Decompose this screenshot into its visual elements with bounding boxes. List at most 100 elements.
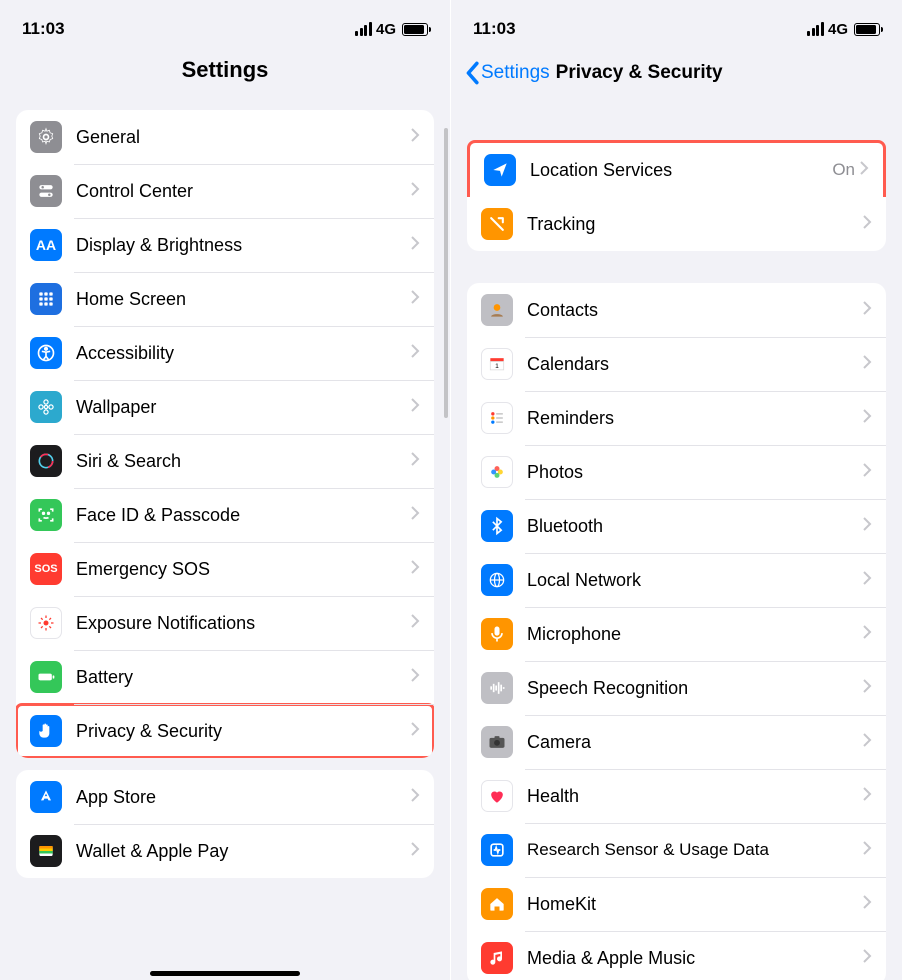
privacy-list[interactable]: Location Services On Tracking Contacts 1… xyxy=(451,98,902,980)
home-indicator[interactable] xyxy=(150,971,300,976)
back-label: Settings xyxy=(481,62,550,84)
row-label: Location Services xyxy=(530,160,832,181)
row-label: Exposure Notifications xyxy=(76,613,410,634)
gear-icon xyxy=(30,121,62,153)
row-calendars[interactable]: 1 Calendars xyxy=(467,337,886,391)
row-label: Home Screen xyxy=(76,289,410,310)
row-health[interactable]: Health xyxy=(467,769,886,823)
network-label: 4G xyxy=(376,21,396,38)
settings-group-main: General Control Center AA Display & Brig… xyxy=(16,110,434,758)
row-wallet[interactable]: Wallet & Apple Pay xyxy=(16,824,434,878)
home-icon xyxy=(481,888,513,920)
chevron-right-icon xyxy=(862,354,872,375)
chevron-right-icon xyxy=(862,516,872,537)
row-siri[interactable]: Siri & Search xyxy=(16,434,434,488)
settings-list[interactable]: General Control Center AA Display & Brig… xyxy=(0,98,450,980)
row-bluetooth[interactable]: Bluetooth xyxy=(467,499,886,553)
row-privacy[interactable]: Privacy & Security xyxy=(16,704,434,758)
svg-text:1: 1 xyxy=(495,363,499,370)
chevron-right-icon xyxy=(410,451,420,472)
chevron-right-icon xyxy=(410,787,420,808)
row-research[interactable]: Research Sensor & Usage Data xyxy=(467,823,886,877)
row-label: Health xyxy=(527,786,862,807)
accessibility-icon xyxy=(30,337,62,369)
chevron-right-icon xyxy=(862,570,872,591)
settings-screen: 11:03 4G Settings General Control Center… xyxy=(0,0,451,980)
row-label: Tracking xyxy=(527,214,862,235)
chevron-right-icon xyxy=(859,160,869,181)
tracking-icon xyxy=(481,208,513,240)
chevron-right-icon xyxy=(410,667,420,688)
exposure-icon xyxy=(30,607,62,639)
row-label: Display & Brightness xyxy=(76,235,410,256)
row-label: App Store xyxy=(76,787,410,808)
row-media[interactable]: Media & Apple Music xyxy=(467,931,886,980)
camera-icon xyxy=(481,726,513,758)
chevron-right-icon xyxy=(410,559,420,580)
chevron-right-icon xyxy=(410,181,420,202)
row-label: Camera xyxy=(527,732,862,753)
row-label: HomeKit xyxy=(527,894,862,915)
row-label: General xyxy=(76,127,410,148)
row-label: Calendars xyxy=(527,354,862,375)
nav-header: Settings Privacy & Security xyxy=(451,48,902,98)
appstore-icon xyxy=(30,781,62,813)
row-label: Local Network xyxy=(527,570,862,591)
chevron-right-icon xyxy=(410,289,420,310)
signal-icon xyxy=(355,22,372,36)
music-icon xyxy=(481,942,513,974)
row-reminders[interactable]: Reminders xyxy=(467,391,886,445)
hand-icon xyxy=(30,715,62,747)
row-label: Control Center xyxy=(76,181,410,202)
microphone-icon xyxy=(481,618,513,650)
row-general[interactable]: General xyxy=(16,110,434,164)
row-exposure[interactable]: Exposure Notifications xyxy=(16,596,434,650)
row-homekit[interactable]: HomeKit xyxy=(467,877,886,931)
chevron-right-icon xyxy=(862,408,872,429)
row-battery[interactable]: Battery xyxy=(16,650,434,704)
scrollbar[interactable] xyxy=(444,128,448,418)
waveform-icon xyxy=(481,672,513,704)
row-microphone[interactable]: Microphone xyxy=(467,607,886,661)
back-button[interactable]: Settings xyxy=(463,61,550,85)
row-camera[interactable]: Camera xyxy=(467,715,886,769)
chevron-right-icon xyxy=(862,678,872,699)
faceid-icon xyxy=(30,499,62,531)
chevron-right-icon xyxy=(410,343,420,364)
row-local-network[interactable]: Local Network xyxy=(467,553,886,607)
row-speech[interactable]: Speech Recognition xyxy=(467,661,886,715)
row-control-center[interactable]: Control Center xyxy=(16,164,434,218)
row-display[interactable]: AA Display & Brightness xyxy=(16,218,434,272)
chevron-right-icon xyxy=(410,127,420,148)
chevron-right-icon xyxy=(410,505,420,526)
row-accessibility[interactable]: Accessibility xyxy=(16,326,434,380)
row-home-screen[interactable]: Home Screen xyxy=(16,272,434,326)
row-contacts[interactable]: Contacts xyxy=(467,283,886,337)
row-photos[interactable]: Photos xyxy=(467,445,886,499)
row-tracking[interactable]: Tracking xyxy=(467,197,886,251)
row-label: Face ID & Passcode xyxy=(76,505,410,526)
row-faceid[interactable]: Face ID & Passcode xyxy=(16,488,434,542)
chevron-right-icon xyxy=(862,786,872,807)
page-title: Privacy & Security xyxy=(556,62,723,84)
row-label: Contacts xyxy=(527,300,862,321)
row-location-services[interactable]: Location Services On xyxy=(470,143,883,197)
row-sos[interactable]: SOS Emergency SOS xyxy=(16,542,434,596)
status-right: 4G xyxy=(355,21,428,38)
status-bar: 11:03 4G xyxy=(451,0,902,48)
row-label: Microphone xyxy=(527,624,862,645)
row-label: Wallet & Apple Pay xyxy=(76,841,410,862)
battery-icon xyxy=(30,661,62,693)
privacy-group-location: Location Services On xyxy=(467,140,886,197)
chevron-right-icon xyxy=(410,613,420,634)
row-wallpaper[interactable]: Wallpaper xyxy=(16,380,434,434)
chevron-right-icon xyxy=(862,300,872,321)
row-label: Wallpaper xyxy=(76,397,410,418)
row-appstore[interactable]: App Store xyxy=(16,770,434,824)
row-label: Photos xyxy=(527,462,862,483)
row-label: Media & Apple Music xyxy=(527,948,862,969)
row-label: Research Sensor & Usage Data xyxy=(527,840,862,860)
chevron-left-icon xyxy=(463,61,481,85)
chevron-right-icon xyxy=(862,462,872,483)
chevron-right-icon xyxy=(862,624,872,645)
